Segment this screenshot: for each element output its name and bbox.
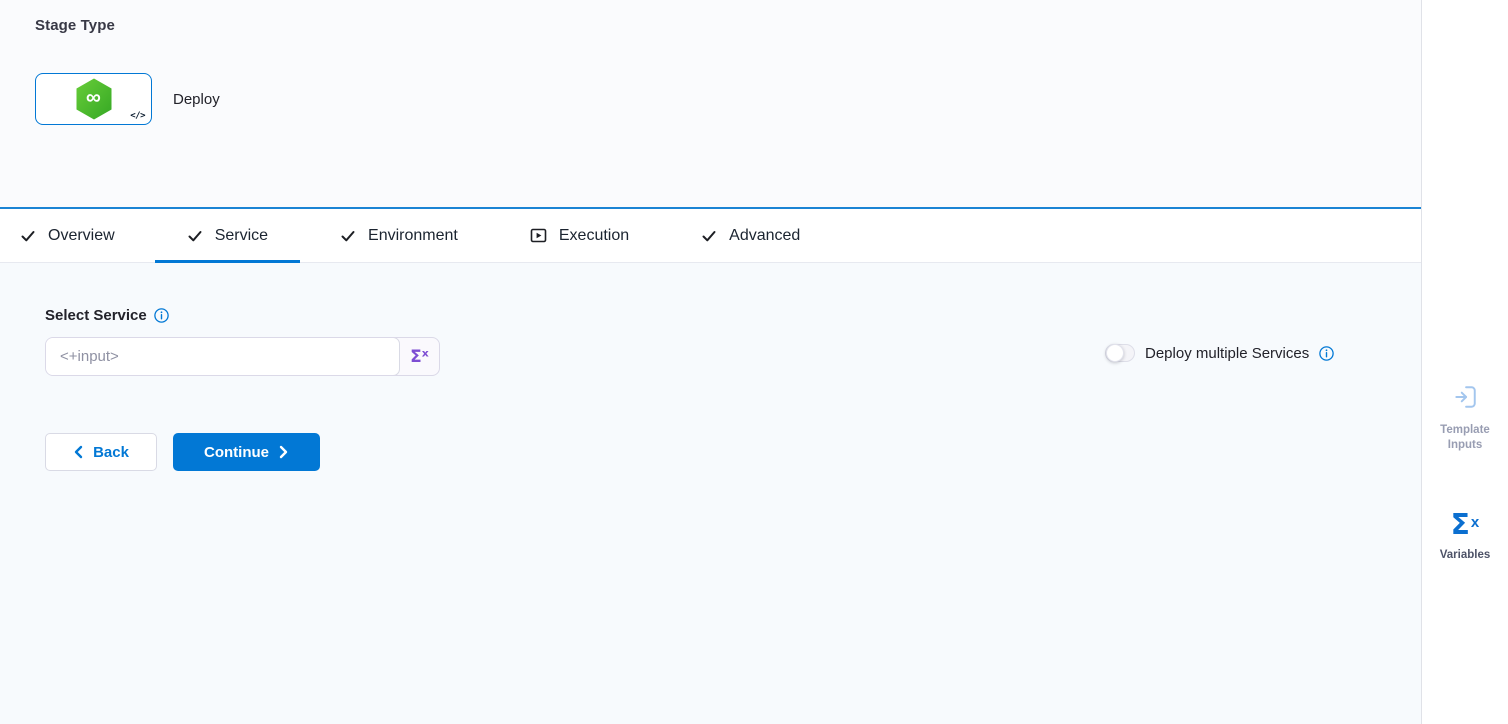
sigma-x-icon: Σx	[1451, 511, 1479, 539]
chevron-right-icon	[278, 445, 289, 459]
check-icon	[701, 228, 717, 244]
deploy-multiple-services-row: Deploy multiple Services	[1105, 344, 1334, 362]
stage-type-title: Stage Type	[35, 17, 1421, 34]
select-service-label-row: Select Service	[45, 307, 1421, 324]
tab-advanced-label: Advanced	[729, 227, 800, 245]
back-button-label: Back	[93, 444, 129, 461]
deploy-multiple-label: Deploy multiple Services	[1145, 345, 1309, 362]
check-icon	[187, 228, 203, 244]
template-inputs-button[interactable]: Template Inputs	[1422, 384, 1508, 453]
stage-type-panel: Stage Type ∞	[0, 0, 1421, 207]
continue-button[interactable]: Continue	[173, 433, 320, 471]
wizard-nav-buttons: Back Continue	[45, 433, 1421, 471]
stage-configuration-page: Stage Type ∞	[0, 0, 1508, 724]
info-icon[interactable]	[1319, 346, 1334, 361]
infinity-glyph: ∞	[86, 87, 101, 108]
play-square-icon	[530, 227, 547, 244]
continue-button-label: Continue	[204, 444, 269, 461]
select-service-label: Select Service	[45, 307, 147, 324]
deploy-stage-card[interactable]: ∞ </>	[35, 73, 152, 125]
tab-service[interactable]: Service	[155, 209, 300, 262]
tab-environment[interactable]: Environment	[308, 209, 490, 262]
variables-label: Variables	[1434, 548, 1496, 563]
template-inputs-label: Template Inputs	[1434, 423, 1496, 453]
main-panel: Stage Type ∞	[0, 0, 1422, 724]
tab-service-label: Service	[215, 227, 268, 245]
tab-advanced[interactable]: Advanced	[669, 209, 832, 262]
stage-row: ∞ </> Deploy	[35, 73, 1421, 125]
deploy-hexagon-icon: ∞	[75, 78, 113, 120]
stage-name-label: Deploy	[173, 91, 220, 108]
info-icon[interactable]	[154, 308, 169, 323]
select-service-input-group: Σˣ	[45, 337, 440, 376]
tab-overview[interactable]: Overview	[0, 209, 147, 262]
service-tab-content: Select Service Σˣ Deploy multiple Ser	[0, 263, 1421, 724]
tab-overview-label: Overview	[48, 227, 115, 245]
variables-button[interactable]: Σx Variables	[1422, 511, 1508, 563]
right-rail: Template Inputs Σx Variables	[1422, 0, 1508, 724]
chevron-left-icon	[73, 445, 84, 459]
deploy-multiple-toggle[interactable]	[1105, 344, 1135, 362]
runtime-input-sigma-button[interactable]: Σˣ	[400, 338, 439, 375]
check-icon	[340, 228, 356, 244]
stage-tabbar: Overview Service Environment	[0, 207, 1421, 263]
tab-execution-label: Execution	[559, 227, 629, 245]
back-button[interactable]: Back	[45, 433, 157, 471]
select-service-input[interactable]	[45, 337, 400, 376]
code-badge-icon: </>	[130, 111, 145, 121]
tab-execution[interactable]: Execution	[498, 209, 661, 262]
tab-environment-label: Environment	[368, 227, 458, 245]
toggle-knob	[1106, 344, 1124, 362]
sign-in-icon	[1452, 384, 1478, 410]
check-icon	[20, 228, 36, 244]
